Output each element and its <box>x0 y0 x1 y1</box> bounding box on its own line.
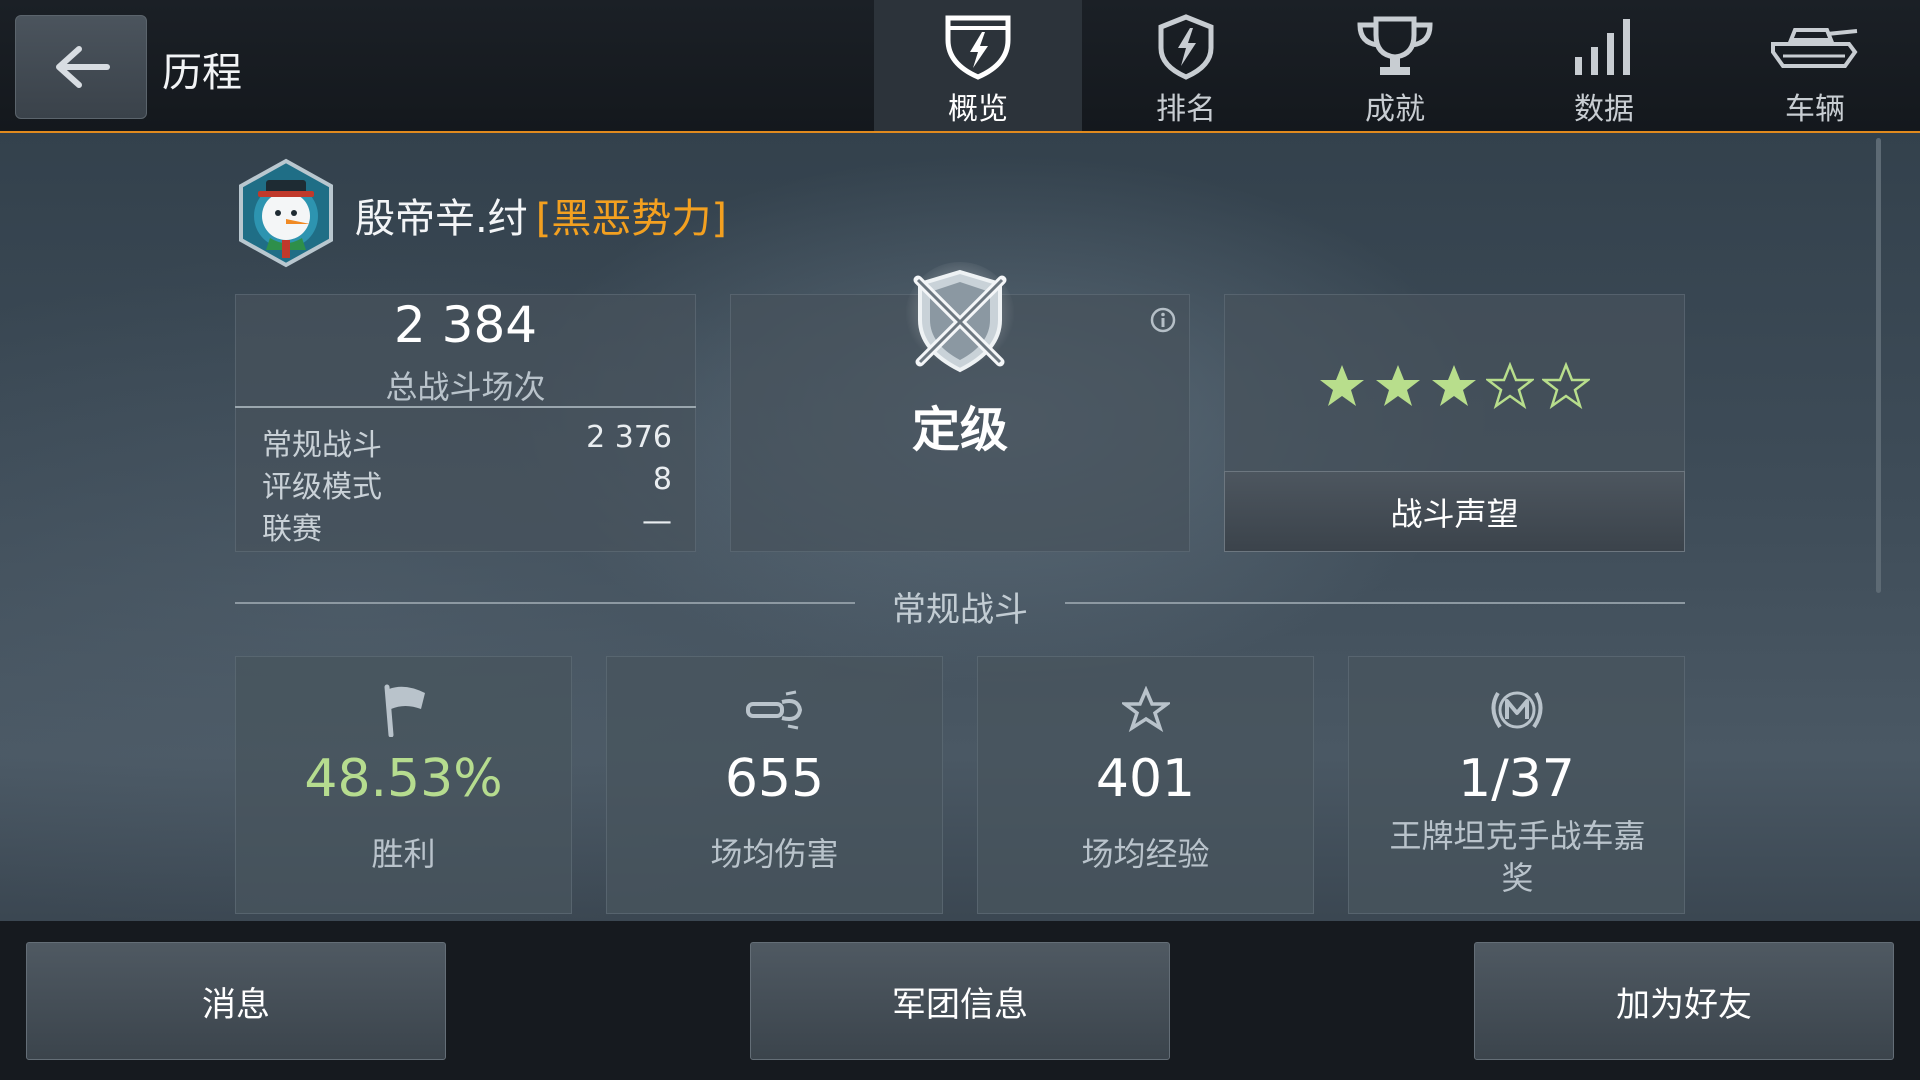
row-value: 8 <box>652 462 672 497</box>
tab-rating[interactable]: 排名 <box>1082 0 1290 131</box>
section-title: 常规战斗 <box>892 590 1028 630</box>
star-filled-icon <box>1320 365 1364 406</box>
clan-info-button[interactable]: 军团信息 <box>750 942 1170 1060</box>
stat-value: 655 <box>724 749 825 809</box>
row-value: — <box>642 504 672 539</box>
stat-card-winrate[interactable]: 48.53% 胜利 <box>235 656 572 914</box>
tank-icon <box>1771 28 1858 68</box>
stat-value: 1/37 <box>1458 749 1575 809</box>
scrollbar[interactable] <box>1876 138 1881 593</box>
flag-icon <box>384 684 425 737</box>
row-label: 评级模式 <box>262 470 382 505</box>
divider <box>235 406 696 408</box>
mastery-badge-icon <box>1491 691 1542 729</box>
shield-lightning-icon <box>945 15 1011 80</box>
tab-achievements[interactable]: 成就 <box>1291 0 1499 131</box>
tab-statistics[interactable]: 数据 <box>1500 0 1708 131</box>
add-friend-button[interactable]: 加为好友 <box>1474 942 1894 1060</box>
section-line-right <box>1065 602 1685 604</box>
battle-reputation-button[interactable]: 战斗声望 <box>1224 471 1685 552</box>
stat-card-mastery[interactable]: 1/37 王牌坦克手战车嘉奖 <box>1348 656 1685 914</box>
stat-card-avg-damage[interactable]: 655 场均伤害 <box>606 656 943 914</box>
info-icon[interactable] <box>1149 306 1177 334</box>
avatar[interactable] <box>236 158 336 268</box>
section-line-left <box>235 602 855 604</box>
player-name-line: 殷帝辛.纣 [黑恶势力] <box>355 186 727 244</box>
battles-row-regular: 常规战斗 2 376 <box>262 420 672 464</box>
top-bar: 历程 概览 排名 成就 数据 车辆 <box>0 0 1920 133</box>
page-title: 历程 <box>162 50 242 96</box>
reputation-stars <box>1318 362 1590 410</box>
shell-damage-icon <box>745 690 802 730</box>
row-value: 2 376 <box>586 420 672 455</box>
star-filled-icon <box>1432 365 1476 406</box>
message-button[interactable]: 消息 <box>26 942 446 1060</box>
tab-label: 数据 <box>1574 92 1634 127</box>
star-empty-icon <box>1486 362 1534 410</box>
tab-label: 车辆 <box>1785 92 1845 127</box>
clan-tag[interactable]: [黑恶势力] <box>536 196 727 242</box>
player-name: 殷帝辛.纣 <box>355 196 528 242</box>
stat-label: 胜利 <box>371 835 436 873</box>
crossed-swords-shield-icon <box>905 262 1015 373</box>
back-button[interactable] <box>15 15 147 119</box>
star-outline-icon <box>1121 686 1170 733</box>
total-battles-label: 总战斗场次 <box>385 368 546 406</box>
rank-label: 定级 <box>911 402 1008 458</box>
tab-overview[interactable]: 概览 <box>874 0 1082 131</box>
tab-label: 成就 <box>1365 92 1425 127</box>
battles-row-rated: 评级模式 8 <box>262 462 672 506</box>
row-label: 联赛 <box>262 512 322 547</box>
tab-vehicles[interactable]: 车辆 <box>1711 0 1919 131</box>
tab-label: 概览 <box>948 92 1008 127</box>
total-battles-value: 2 384 <box>393 296 538 354</box>
stat-label: 王牌坦克手战车嘉奖 <box>1389 817 1646 897</box>
stat-label: 场均经验 <box>1081 835 1210 873</box>
arrow-left-icon <box>56 46 110 88</box>
bar-stats-icon <box>1575 19 1630 75</box>
stat-value: 401 <box>1095 749 1196 809</box>
tab-label: 排名 <box>1156 92 1216 127</box>
star-filled-icon <box>1376 365 1420 406</box>
stat-card-avg-xp[interactable]: 401 场均经验 <box>977 656 1314 914</box>
stat-value: 48.53% <box>304 749 503 809</box>
row-label: 常规战斗 <box>262 428 382 463</box>
stat-label: 场均伤害 <box>710 835 839 873</box>
rating-badge-icon <box>1158 14 1214 80</box>
star-empty-icon <box>1542 362 1590 410</box>
trophy-icon <box>1357 16 1433 75</box>
battles-row-league: 联赛 — <box>262 504 672 548</box>
